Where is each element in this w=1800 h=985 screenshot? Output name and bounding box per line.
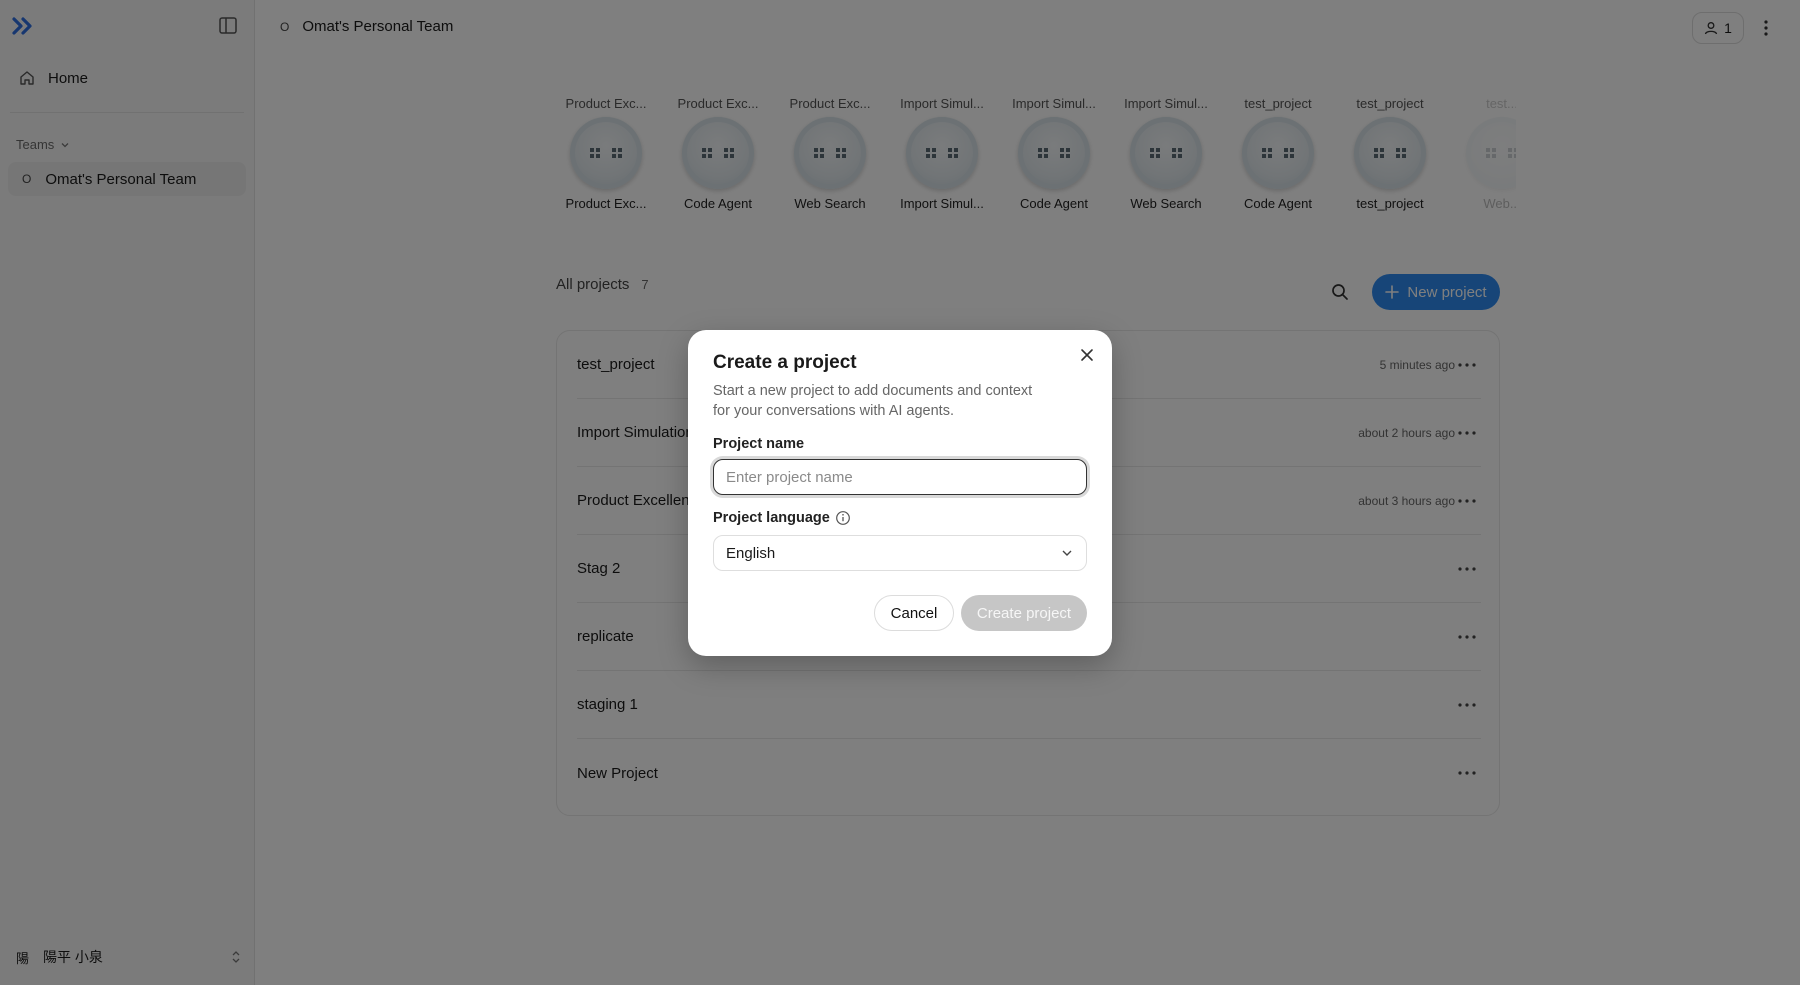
info-icon[interactable]	[835, 510, 851, 526]
project-name-input[interactable]	[713, 459, 1087, 495]
selected-language: English	[726, 544, 776, 562]
create-project-button[interactable]: Create project	[961, 595, 1087, 631]
cancel-button[interactable]: Cancel	[874, 595, 954, 631]
dialog-title: Create a project	[713, 352, 857, 373]
dialog-description: Start a new project to add documents and…	[713, 383, 1033, 419]
project-language-label: Project language	[713, 510, 830, 526]
chevron-down-icon	[1062, 550, 1072, 556]
project-name-label: Project name	[713, 436, 805, 452]
close-icon[interactable]	[1078, 346, 1096, 364]
create-project-dialog: Create a project Start a new project to …	[688, 330, 1112, 656]
project-language-label-row: Project language	[713, 510, 851, 526]
project-language-select[interactable]: English	[713, 535, 1087, 571]
